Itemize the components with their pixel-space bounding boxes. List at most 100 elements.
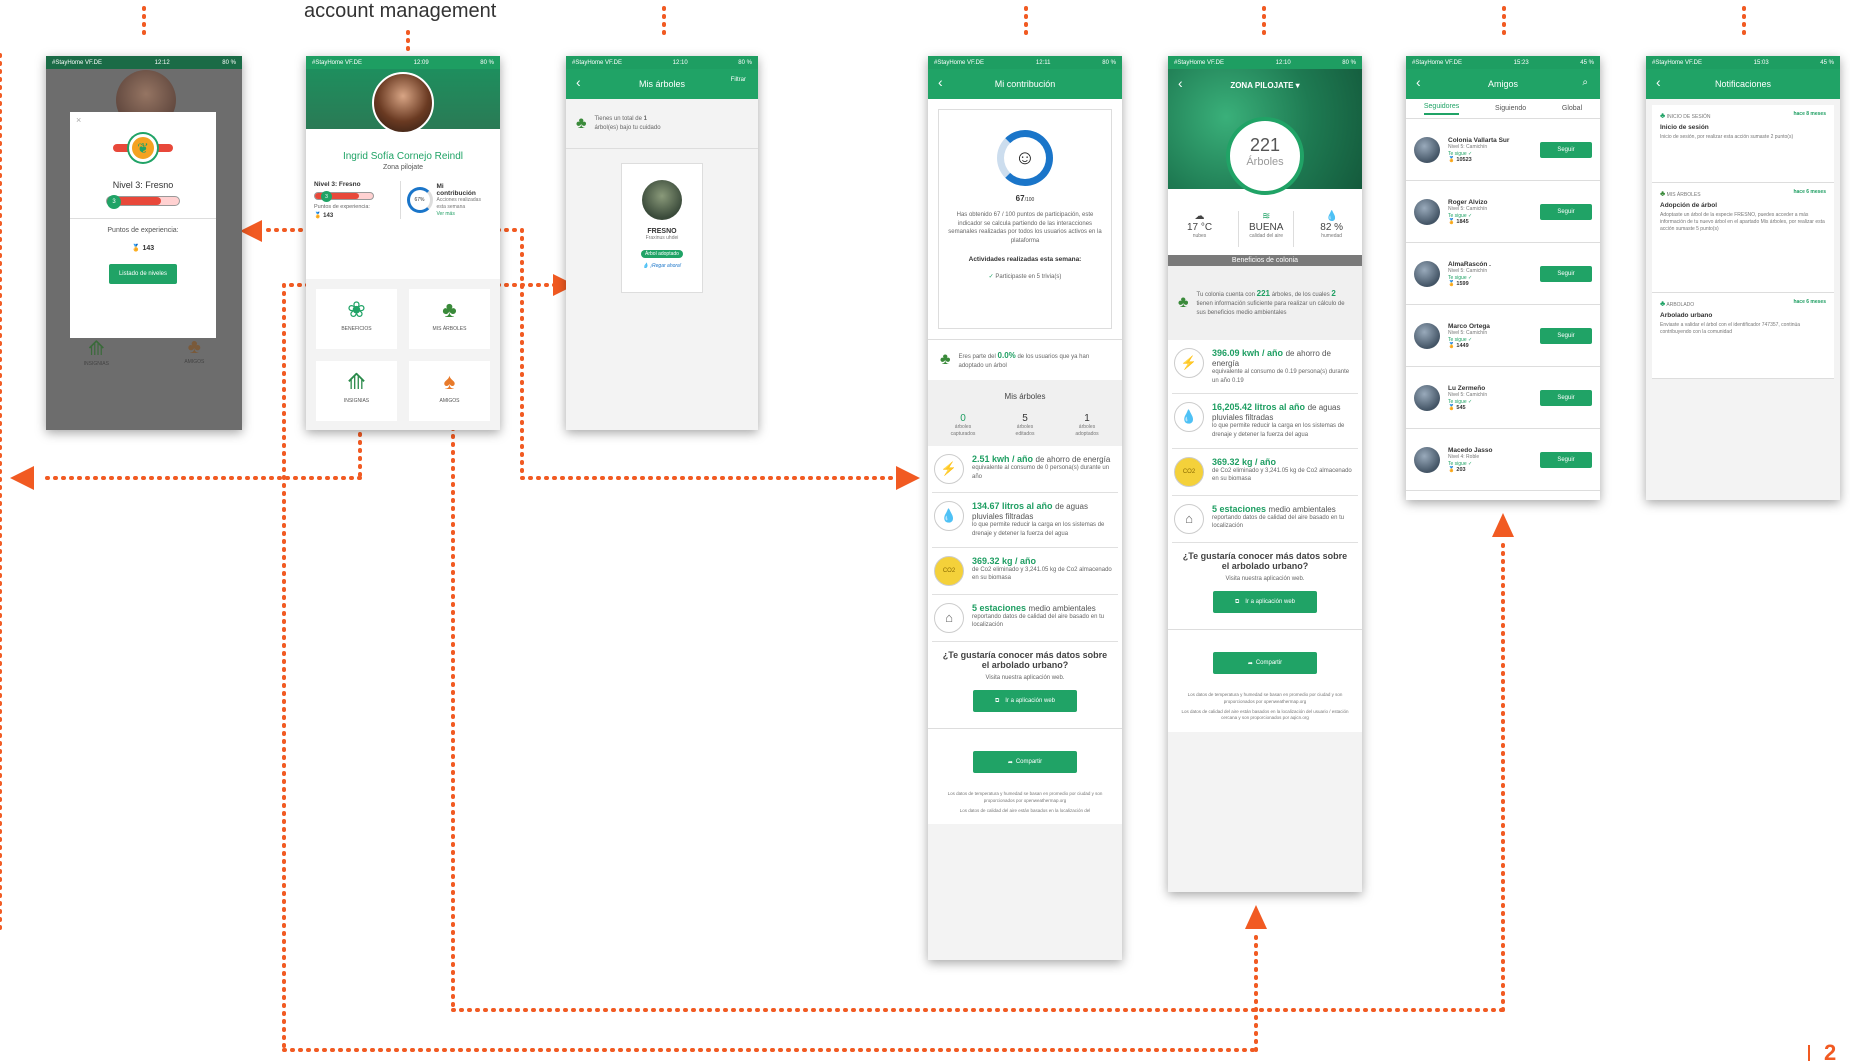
back-icon[interactable]: ‹ [576,74,581,90]
follow-button[interactable]: Seguir [1540,327,1592,344]
lightning-icon: ⚡ [1174,348,1204,378]
avatar[interactable] [1414,384,1440,411]
share-button[interactable]: ➦ Compartir [973,751,1077,774]
weather-air: ≋ BUENA calidad del aire [1237,211,1295,247]
tile-label: BENEFICIOS [341,326,372,332]
status-bar: #StayHome VF.DE 12:11 80 % [928,56,1122,69]
avatar[interactable] [1414,136,1440,163]
benefit-stations: ⌂ 5 estaciones medio ambientales reportan… [1172,496,1358,543]
follower-row[interactable]: Roger Alvizo Nivel 5: Camichín Te sigue ✓ 🏅… [1406,181,1600,243]
follower-row[interactable]: Lu Zermeño Nivel 5: Camichín Te sigue ✓ 🏅 5… [1406,367,1600,429]
tile-insignias[interactable]: ⟰ INSIGNIAS [316,361,397,421]
follower-row[interactable]: Macedo Jasso Nivel 4: Roble Te sigue ✓ 🏅 20… [1406,429,1600,491]
search-icon[interactable]: ⌕ [1582,77,1588,88]
avatar[interactable] [1414,198,1440,225]
back-icon[interactable]: ‹ [1656,74,1661,90]
back-icon[interactable]: ‹ [938,74,943,90]
medal-icon: 🏅 [131,245,141,252]
contribution-sub: Acciones realizadas esta semana [436,197,481,210]
nav-title: Amigos [1487,79,1518,89]
tile-beneficios[interactable]: ❀ BENEFICIOS [316,289,397,349]
xp-label: Puntos de experiencia: [314,204,370,210]
follower-level: Nivel 5: Camichín [1448,205,1488,212]
footer-note-1: Los datos de temperatura y humedad se ba… [947,791,1103,803]
screen-profile: #StayHome VF.DE 12:09 80 % Ingrid Sofía … [306,56,500,430]
follower-level: Nivel 4: Roble [1448,453,1480,460]
tile-amigos[interactable]: ♠ AMIGOS [409,361,490,421]
notification-item[interactable]: ♣ INICIO DE SESIÓN hace 8 meses Inicio de… [1652,105,1834,183]
tab-siguiendo[interactable]: Siguiendo [1495,105,1526,112]
tile-label: MIS ÁRBOLES [432,326,467,332]
level-modal: × ❦ Nivel 3: Fresno 3 Puntos de experien… [70,112,216,338]
sprout-icon: ♣ [442,297,457,322]
score-section: ☺ 67/100 Has obtenido 67 / 100 puntos de… [928,99,1122,339]
web-sub: Visita nuestra aplicación web. [1225,575,1305,582]
screen-level-modal: #StayHome VF.DE 12:12 80 % ⟰ INSIGNIAS ♣ A… [46,56,242,430]
web-sub: Visita nuestra aplicación web. [985,674,1065,681]
followers-list: Colonia Vallarta Sur Nivel 5: Camichín Te … [1406,119,1600,491]
weather-humidity: 💧 82 % humedad [1320,211,1344,239]
levels-list-button[interactable]: Listado de niveles [109,264,177,284]
tile-mis-arboles[interactable]: ♣ MIS ÁRBOLES [409,289,490,349]
follower-xp: 🏅 1449 [1448,342,1469,349]
follower-xp: 🏅 1599 [1448,280,1469,287]
medal-icon: 🏅 [1448,218,1455,225]
level-block[interactable]: Nivel 3: Fresno 3 Puntos de experiencia:… [314,181,401,219]
back-icon[interactable]: ‹ [1416,74,1421,90]
xp-value: 🏅 143 [314,212,400,219]
contribution-link[interactable]: Ver más [437,211,485,217]
follower-level: Nivel 5: Camichín [1448,329,1488,336]
my-trees-stats: Mis árboles 0 árboles capturados 5 árboles… [928,380,1122,447]
avatar[interactable] [1414,260,1440,287]
share-button[interactable]: ➦ Compartir [1213,652,1317,675]
avatar[interactable] [372,72,434,134]
close-icon[interactable]: × [76,115,81,125]
score-ring-icon: ☺ [997,130,1053,186]
share-section: ➦ Compartir Los datos de temperatura y hu… [1168,630,1362,732]
zona-hero: ‹ ZONA PILOJATE ▾ 221 Árboles [1168,69,1362,195]
avatar[interactable] [1414,446,1440,473]
status-carrier: #StayHome VF.DE [1174,59,1225,66]
contribution-block[interactable]: 67% Mi contribución Acciones realizadas … [401,181,493,219]
follow-button[interactable]: Seguir [1540,265,1592,282]
follower-row[interactable]: Marco Ortega Nivel 5: Camichín Te sigue ✓ 🏅… [1406,305,1600,367]
footer-note-1: Los datos de temperatura y humedad se ba… [1187,692,1343,704]
weather-row: ☁ 17 °C nubes ≋ BUENA calidad del aire 💧 82 %… [1168,189,1362,255]
status-time: 12:10 [1275,59,1291,66]
follower-name: Roger Alvizo [1448,198,1488,206]
level-number-badge: 3 [107,195,121,209]
follow-button[interactable]: Seguir [1540,141,1592,158]
follow-button[interactable]: Seguir [1540,389,1592,406]
colonia-summary: ♣ Tu colonia cuenta con 221 árboles, de … [1168,266,1362,340]
web-promo: ¿Te gustaría conocer más datos sobre el … [1168,542,1362,631]
avatar[interactable] [1414,322,1440,349]
filter-icon[interactable]: Filtrar [731,77,746,83]
status-battery: 45 % [1820,59,1834,66]
follow-button[interactable]: Seguir [1540,451,1592,468]
zone-selector[interactable]: ZONA PILOJATE ▾ [1168,81,1362,90]
web-app-button[interactable]: ⧉ Ir a aplicación web [973,690,1077,713]
follower-row[interactable]: Colonia Vallarta Sur Nivel 5: Camichín Te … [1406,119,1600,181]
tree-pot-icon: ♣ [940,351,951,369]
adoption-row: ♣ Eres parte del 0.0% de los usuarios qu… [928,339,1122,381]
bg-tile-insignias: ⟰ INSIGNIAS [84,336,109,367]
follower-name: AlmaRascón . [1448,260,1491,268]
water-now-link[interactable]: 💧 ¡Regar ahora! [622,263,702,269]
section-header: Beneficios de colonia [1168,255,1362,266]
bg-tile-label: INSIGNIAS [83,361,109,367]
profile-info: Ingrid Sofía Cornejo Reindl Zona pilojat… [306,129,500,279]
tree-card[interactable]: FRESNO Fraxinus uhdei Árbol adoptado 💧 ¡… [621,163,703,293]
follower-row[interactable]: AlmaRascón . Nivel 5: Camichín Te sigue ✓ 🏅… [1406,243,1600,305]
status-battery: 45 % [1580,59,1594,66]
notification-item[interactable]: ♣ ARBOLADO hace 6 meses Arbolado urbano E… [1652,293,1834,379]
web-app-button[interactable]: ⧉ Ir a aplicación web [1213,591,1317,614]
tree-pot-icon: ♣ [1178,294,1189,311]
notification-item[interactable]: ♣ MIS ÁRBOLES hace 6 meses Adopción de ár… [1652,183,1834,293]
tab-global[interactable]: Global [1562,105,1582,112]
tab-seguidores[interactable]: Seguidores [1423,103,1460,115]
follow-button[interactable]: Seguir [1540,203,1592,220]
status-carrier: #StayHome VF.DE [52,59,103,66]
leaves-icon: ♠ [443,369,456,394]
medal-icon: 🏅 [1448,342,1455,349]
score-card: ☺ 67/100 Has obtenido 67 / 100 puntos de… [938,109,1112,329]
